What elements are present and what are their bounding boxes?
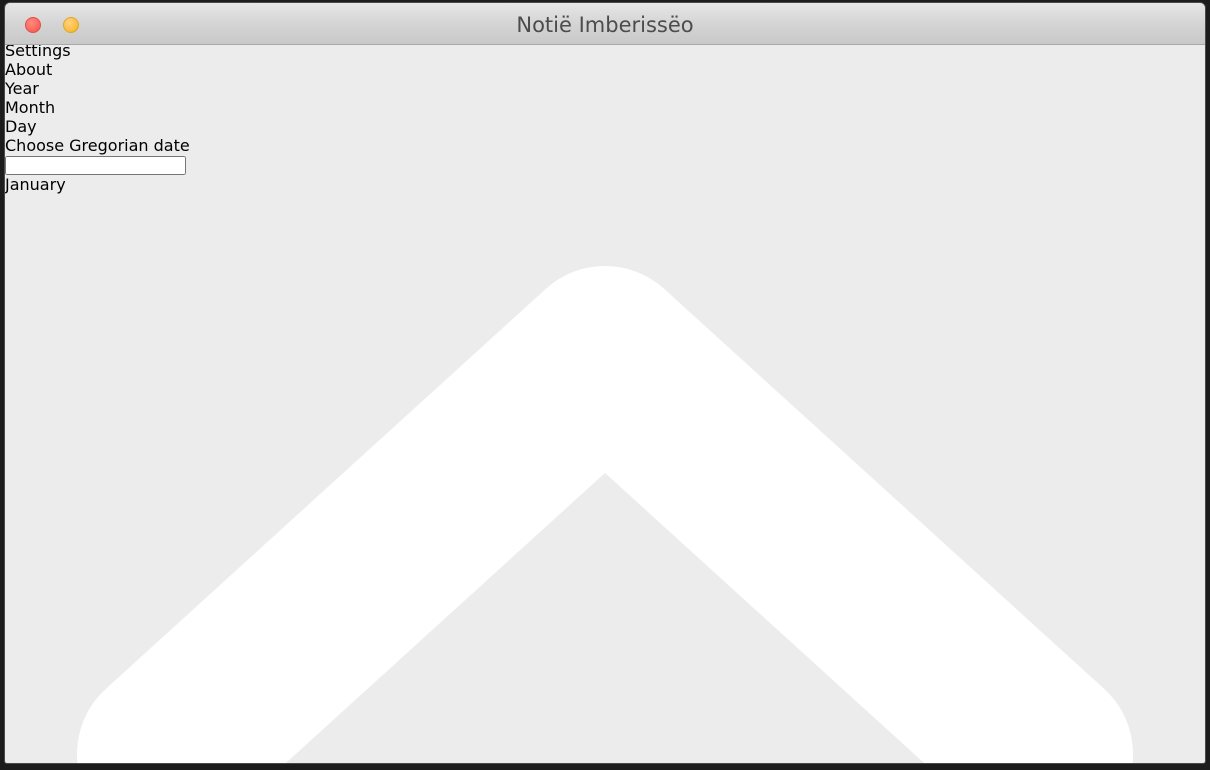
window-title: Notië Imberissëo [516, 13, 694, 37]
choose-gregorian-date-label: Choose Gregorian date [5, 136, 190, 155]
column-header-year: Year [5, 79, 39, 98]
year-input[interactable] [5, 156, 186, 175]
column-header-month: Month [5, 98, 56, 117]
app-window: Notië Imberissëo To Imladris Reckoning F… [4, 2, 1206, 764]
chevron-up-icon [77, 266, 1133, 763]
month-select[interactable]: January [5, 175, 1205, 763]
column-header-day: Day [5, 117, 37, 136]
month-stepper[interactable] [5, 194, 1205, 763]
tab-about[interactable]: About [5, 60, 1205, 79]
month-select-value: January [5, 175, 66, 194]
title-bar: Notië Imberissëo [5, 3, 1205, 45]
